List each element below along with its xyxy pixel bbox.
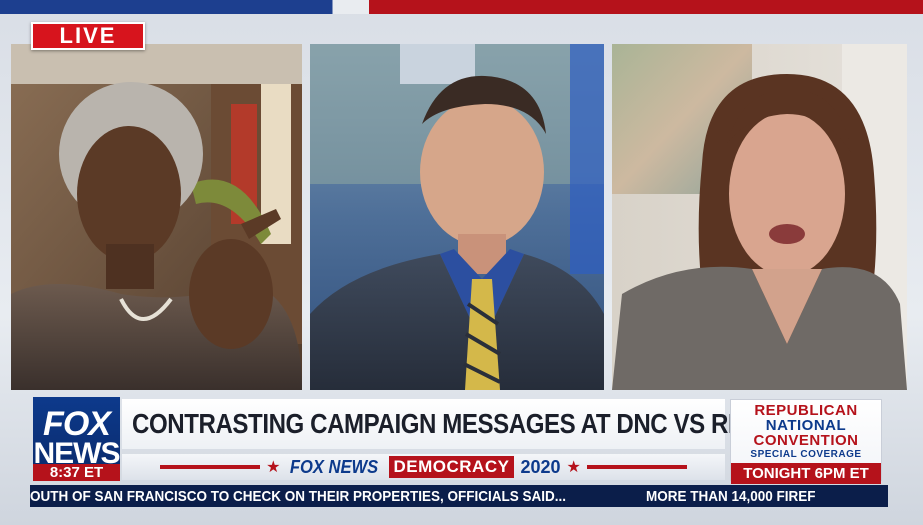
rnc-line-national: NATIONAL: [765, 417, 847, 434]
red-rule-right: [586, 465, 687, 469]
star-icon: ★: [566, 459, 581, 476]
rnc-line-republican: REPUBLICAN: [754, 402, 858, 419]
lower-third-graphic: FOX NEWS 8:37 ET CONTRASTING CAMPAIGN ME…: [30, 393, 888, 521]
fox-news-wordmark: FOX NEWS: [290, 456, 379, 477]
ticker-item: OUTH OF SAN FRANCISCO TO CHECK ON THEIR …: [30, 487, 567, 505]
rnc-tonight-time: TONIGHT 6PM ET: [731, 463, 881, 484]
rnc-special-coverage: SPECIAL COVERAGE: [750, 449, 862, 460]
sub-banner: ★ FOX NEWS DEMOCRACY 2020 ★: [122, 454, 725, 480]
red-rule-left: [160, 465, 261, 469]
star-icon: ★: [266, 459, 281, 476]
top-color-stripe: [0, 0, 923, 14]
rnc-line-convention: CONVENTION: [753, 432, 859, 449]
rnc-promo-box: REPUBLICAN NATIONAL CONVENTION SPECIAL C…: [730, 399, 882, 484]
live-badge: LIVE: [31, 22, 145, 50]
headline-text: CONTRASTING CAMPAIGN MESSAGES AT DNC VS …: [132, 408, 762, 439]
ticker-item: MORE THAN 14,000 FIREF: [645, 487, 816, 505]
headline-bar: CONTRASTING CAMPAIGN MESSAGES AT DNC VS …: [122, 399, 762, 449]
broadcast-time: 8:37 ET: [33, 464, 120, 481]
video-panel-left-guest: [11, 44, 302, 390]
logo-line-fox: FOX: [43, 404, 111, 443]
video-panel-right-guest: [612, 44, 907, 390]
news-ticker: OUTH OF SAN FRANCISCO TO CHECK ON THEIR …: [30, 485, 888, 507]
democracy-label: DEMOCRACY: [388, 456, 515, 478]
year-label: 2020: [520, 456, 561, 477]
video-frame-left: [11, 44, 302, 390]
video-frame-center: [310, 44, 604, 390]
video-panel-center-anchor: [310, 44, 604, 390]
video-frame-right: [612, 44, 907, 390]
